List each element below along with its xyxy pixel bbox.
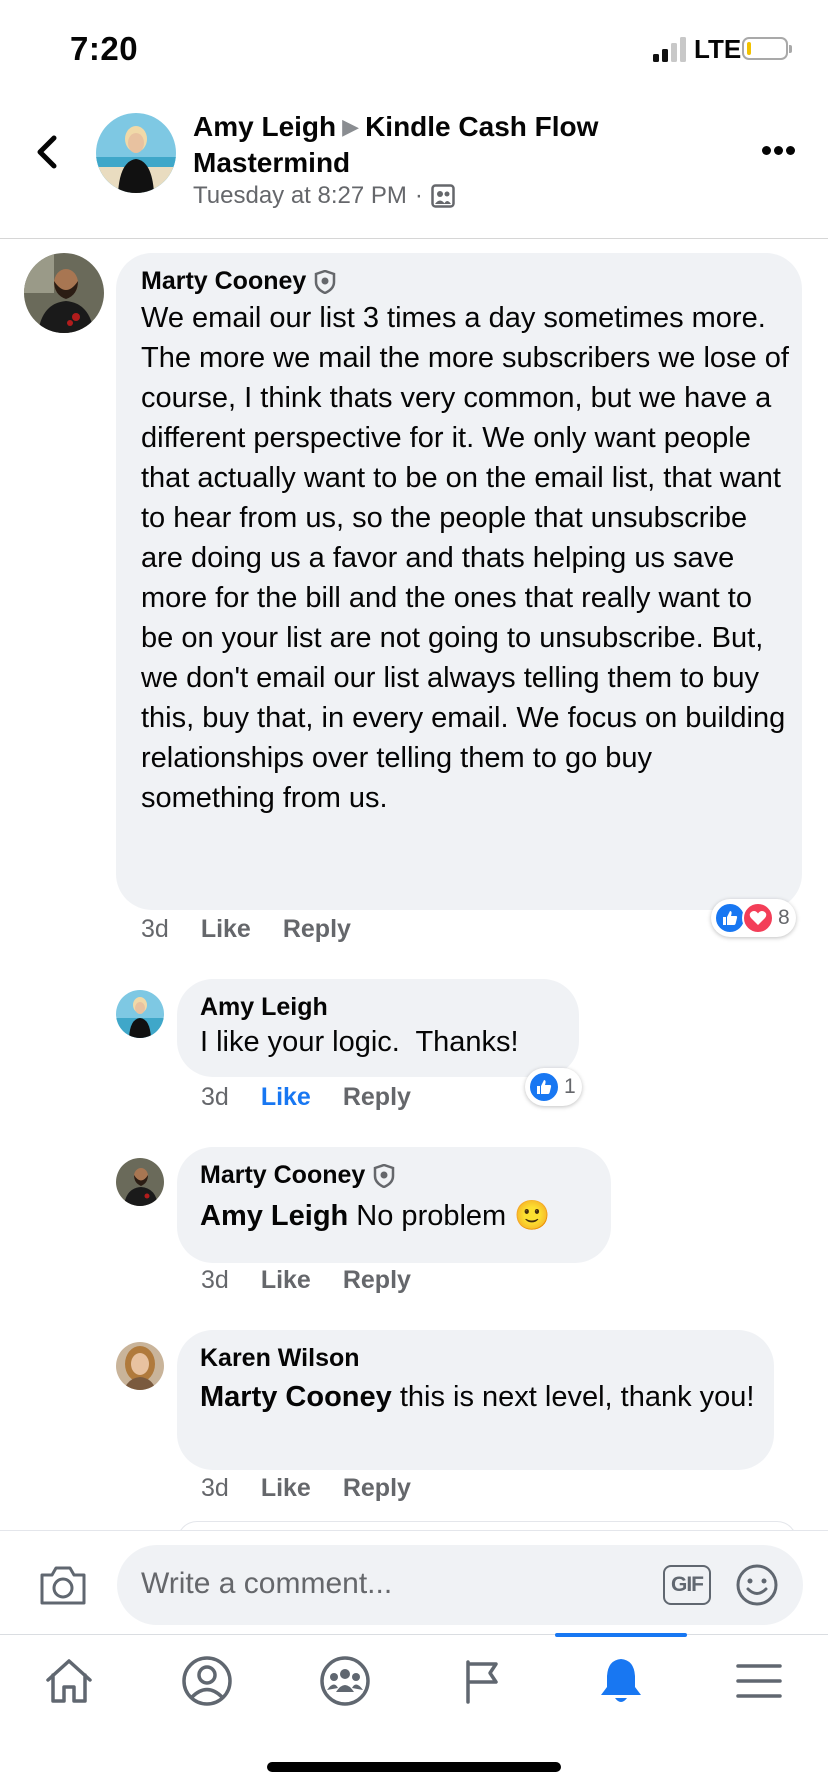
reply-button[interactable]: Reply (283, 915, 351, 944)
post-author-name[interactable]: Amy Leigh (193, 111, 336, 142)
network-type: LTE (694, 34, 742, 64)
home-icon[interactable] (0, 1635, 138, 1727)
comment-input[interactable]: Write a comment... GIF (117, 1545, 803, 1625)
comment-body: this is next level, thank you! (391, 1381, 755, 1413)
signal-strength-icon (653, 36, 689, 62)
comment-author[interactable]: Marty Cooney (200, 1161, 605, 1190)
group-members-icon (431, 184, 455, 208)
comment-author-name[interactable]: Marty Cooney (200, 1161, 365, 1190)
post-title[interactable]: Amy Leigh ▶ Kindle Cash Flow Mastermind (193, 110, 663, 180)
menu-icon[interactable] (690, 1635, 828, 1727)
gif-button[interactable]: GIF (663, 1565, 711, 1605)
comment-bubble[interactable]: Karen Wilson Marty Cooney this is next l… (177, 1330, 774, 1470)
groups-icon[interactable] (276, 1635, 414, 1727)
shield-badge-icon[interactable] (373, 1163, 395, 1188)
comment-age: 3d (201, 1474, 229, 1502)
like-button[interactable]: Like (261, 1266, 311, 1295)
notifications-bell-icon[interactable] (552, 1633, 690, 1727)
meta-separator: · (414, 182, 423, 209)
shield-badge-icon[interactable] (314, 269, 336, 294)
battery-icon (742, 37, 792, 60)
commenter-avatar[interactable] (116, 1158, 164, 1206)
comment-text: We email our list 3 times a day sometime… (141, 302, 789, 814)
comment-bubble[interactable]: Amy Leigh I like your logic. Thanks! (177, 979, 579, 1077)
comment-text: Marty Cooney this is next level, thank y… (200, 1377, 765, 1417)
post-header: Amy Leigh ▶ Kindle Cash Flow Mastermind Tu… (0, 96, 828, 239)
mention-link[interactable]: Marty Cooney (200, 1381, 392, 1413)
commenter-avatar[interactable] (24, 253, 104, 333)
comment-bubble[interactable]: Marty Cooney We email our list 3 times a… (116, 253, 802, 910)
comment-age: 3d (201, 1266, 229, 1294)
comment-author-name[interactable]: Karen Wilson (200, 1344, 765, 1373)
camera-icon[interactable] (38, 1563, 88, 1607)
mention-link[interactable]: Amy Leigh (200, 1200, 348, 1232)
like-button[interactable]: Like (261, 1474, 311, 1503)
comment-age: 3d (201, 1083, 229, 1111)
comment-author[interactable]: Marty Cooney (141, 267, 791, 296)
post-meta: Tuesday at 8:27 PM · (193, 182, 455, 210)
reply-button[interactable]: Reply (343, 1474, 411, 1503)
comment-actions: 3d Like Reply (201, 1266, 443, 1295)
reply-button[interactable]: Reply (343, 1266, 411, 1295)
reaction-count: 8 (778, 906, 790, 929)
reaction-summary[interactable]: 1 (525, 1068, 582, 1106)
more-options-icon[interactable] (762, 146, 796, 156)
like-button[interactable]: Like (201, 915, 251, 944)
status-time: 7:20 (70, 30, 139, 67)
comment-bubble[interactable]: Marty Cooney Amy Leigh No problem 🙂 (177, 1147, 611, 1263)
comment-age: 3d (141, 915, 169, 943)
pages-flag-icon[interactable] (414, 1635, 552, 1727)
reaction-count: 1 (564, 1075, 576, 1098)
like-reaction-icon (528, 1071, 560, 1103)
home-indicator[interactable] (267, 1762, 561, 1772)
profile-icon[interactable] (138, 1635, 276, 1727)
comment-actions: 3d Like Reply (201, 1474, 443, 1503)
comment-actions: 3d Like Reply (141, 915, 383, 944)
comment-input-placeholder: Write a comment... (141, 1567, 393, 1600)
comment-text: Amy Leigh No problem 🙂 (200, 1196, 605, 1236)
comment-actions: 3d Like Reply (201, 1083, 443, 1112)
post-author-avatar[interactable] (96, 113, 176, 193)
post-timestamp[interactable]: Tuesday at 8:27 PM (193, 182, 407, 210)
like-button[interactable]: Like (261, 1083, 311, 1112)
back-arrow-icon[interactable] (30, 132, 66, 172)
comment-text: I like your logic. Thanks! (200, 1026, 519, 1058)
comment-author-name[interactable]: Amy Leigh (200, 993, 570, 1022)
status-bar: 7:20 LTE (0, 0, 828, 96)
love-reaction-icon (742, 902, 774, 934)
caret-right-icon: ▶ (342, 114, 360, 139)
comment-body: No problem 🙂 (348, 1200, 551, 1232)
reaction-summary[interactable]: 8 (711, 899, 796, 937)
emoji-icon[interactable] (735, 1563, 779, 1607)
comment-author-name[interactable]: Marty Cooney (141, 267, 306, 296)
reply-button[interactable]: Reply (343, 1083, 411, 1112)
comment-composer: Write a comment... GIF (0, 1530, 828, 1634)
commenter-avatar[interactable] (116, 1342, 164, 1390)
commenter-avatar[interactable] (116, 990, 164, 1038)
